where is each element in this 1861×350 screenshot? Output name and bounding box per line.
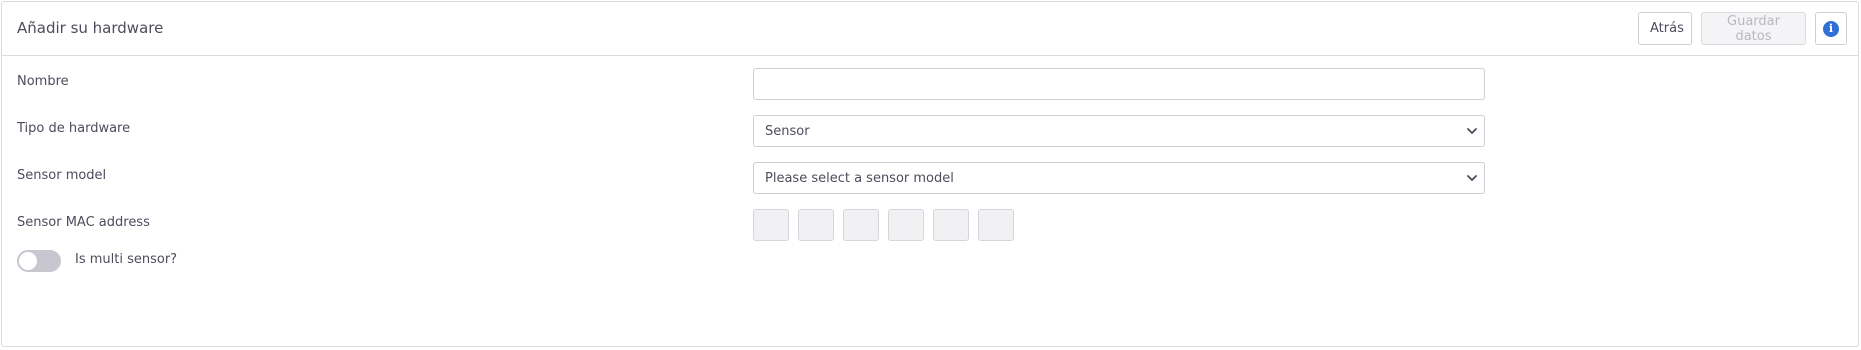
hardware-type-value: Sensor (765, 123, 810, 139)
mac-octet-input[interactable] (888, 209, 924, 241)
chevron-down-icon (1467, 175, 1477, 181)
multi-sensor-toggle[interactable] (17, 250, 61, 272)
mac-octet-input[interactable] (753, 209, 789, 241)
hardware-card: Añadir su hardware Atrás Guardar datos i… (1, 1, 1859, 347)
back-button[interactable]: Atrás (1638, 12, 1692, 45)
name-label: Nombre (17, 74, 69, 89)
chevron-down-icon (1467, 128, 1477, 134)
mac-octet-input[interactable] (978, 209, 1014, 241)
mac-octet-input[interactable] (933, 209, 969, 241)
toggle-knob (19, 252, 37, 270)
mac-address-label: Sensor MAC address (17, 215, 150, 230)
mac-octet-input[interactable] (798, 209, 834, 241)
multi-sensor-label: Is multi sensor? (75, 252, 178, 267)
name-input[interactable] (753, 68, 1485, 100)
card-header: Añadir su hardware Atrás Guardar datos i (2, 2, 1858, 56)
save-button[interactable]: Guardar datos (1701, 12, 1806, 45)
sensor-model-value: Please select a sensor model (765, 170, 954, 186)
sensor-model-label: Sensor model (17, 168, 107, 183)
sensor-model-select[interactable]: Please select a sensor model (753, 162, 1485, 194)
hardware-type-select[interactable]: Sensor (753, 115, 1485, 147)
info-icon: i (1823, 20, 1839, 37)
page-title: Añadir su hardware (17, 19, 164, 37)
mac-octet-input[interactable] (843, 209, 879, 241)
info-button[interactable]: i (1815, 12, 1847, 45)
hardware-type-label: Tipo de hardware (17, 121, 131, 136)
